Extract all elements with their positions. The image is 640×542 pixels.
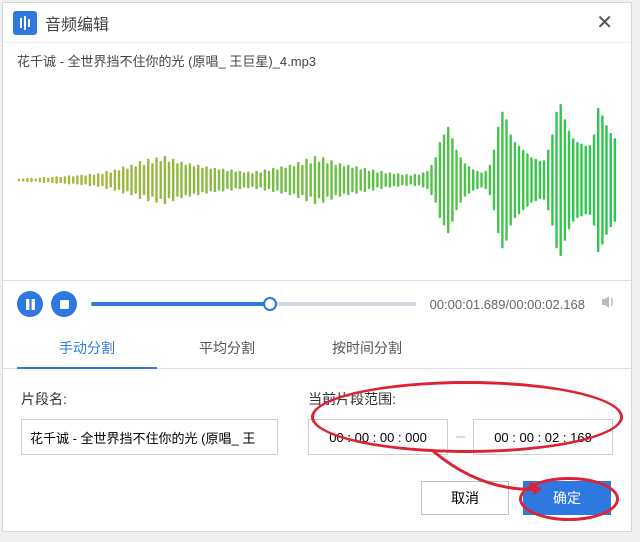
time-total: 00:00:02.168 xyxy=(509,297,585,312)
close-icon[interactable]: ✕ xyxy=(588,6,621,39)
segment-name-field: 片段名: xyxy=(21,389,278,455)
segment-range-label: 当前片段范围: xyxy=(308,389,613,409)
volume-icon[interactable] xyxy=(599,293,617,316)
titlebar: 音频编辑 ✕ xyxy=(3,3,631,43)
tab-time-split[interactable]: 按时间分割 xyxy=(297,329,437,369)
range-end-input[interactable] xyxy=(473,419,613,455)
stop-icon xyxy=(59,299,70,310)
playback-controls: 00:00:01.689/00:00:02.168 xyxy=(3,281,631,329)
progress-knob[interactable] xyxy=(263,297,277,311)
range-start-input[interactable] xyxy=(308,419,448,455)
tab-manual-split[interactable]: 手动分割 xyxy=(17,329,157,369)
ok-button[interactable]: 确定 xyxy=(523,481,611,515)
progress-bar[interactable] xyxy=(91,302,416,306)
pause-button[interactable] xyxy=(17,291,43,317)
time-display: 00:00:01.689/00:00:02.168 xyxy=(430,297,585,312)
form-area: 片段名: 当前片段范围: – xyxy=(3,369,631,475)
range-row: – xyxy=(308,419,613,455)
filename-label: 花千诚 - 全世界挡不住你的光 (原唱_ 王巨星)_4.mp3 xyxy=(3,43,631,70)
cancel-button[interactable]: 取消 xyxy=(421,481,509,515)
segment-name-input[interactable] xyxy=(21,419,278,455)
range-separator: – xyxy=(456,428,465,446)
stop-button[interactable] xyxy=(51,291,77,317)
tab-bar: 手动分割 平均分割 按时间分割 xyxy=(3,329,631,369)
waveform-svg xyxy=(17,100,617,260)
dialog-title: 音频编辑 xyxy=(45,11,588,35)
time-current: 00:00:01.689 xyxy=(430,297,506,312)
segment-name-label: 片段名: xyxy=(21,389,278,409)
app-waveform-icon xyxy=(13,11,37,35)
waveform-display[interactable] xyxy=(17,80,617,280)
segment-range-field: 当前片段范围: – xyxy=(308,389,613,455)
audio-edit-dialog: 音频编辑 ✕ 花千诚 - 全世界挡不住你的光 (原唱_ 王巨星)_4.mp3 0… xyxy=(2,2,632,532)
pause-icon xyxy=(25,299,36,310)
progress-fill xyxy=(91,302,270,306)
dialog-buttons: 取消 确定 xyxy=(421,481,611,515)
tab-average-split[interactable]: 平均分割 xyxy=(157,329,297,369)
